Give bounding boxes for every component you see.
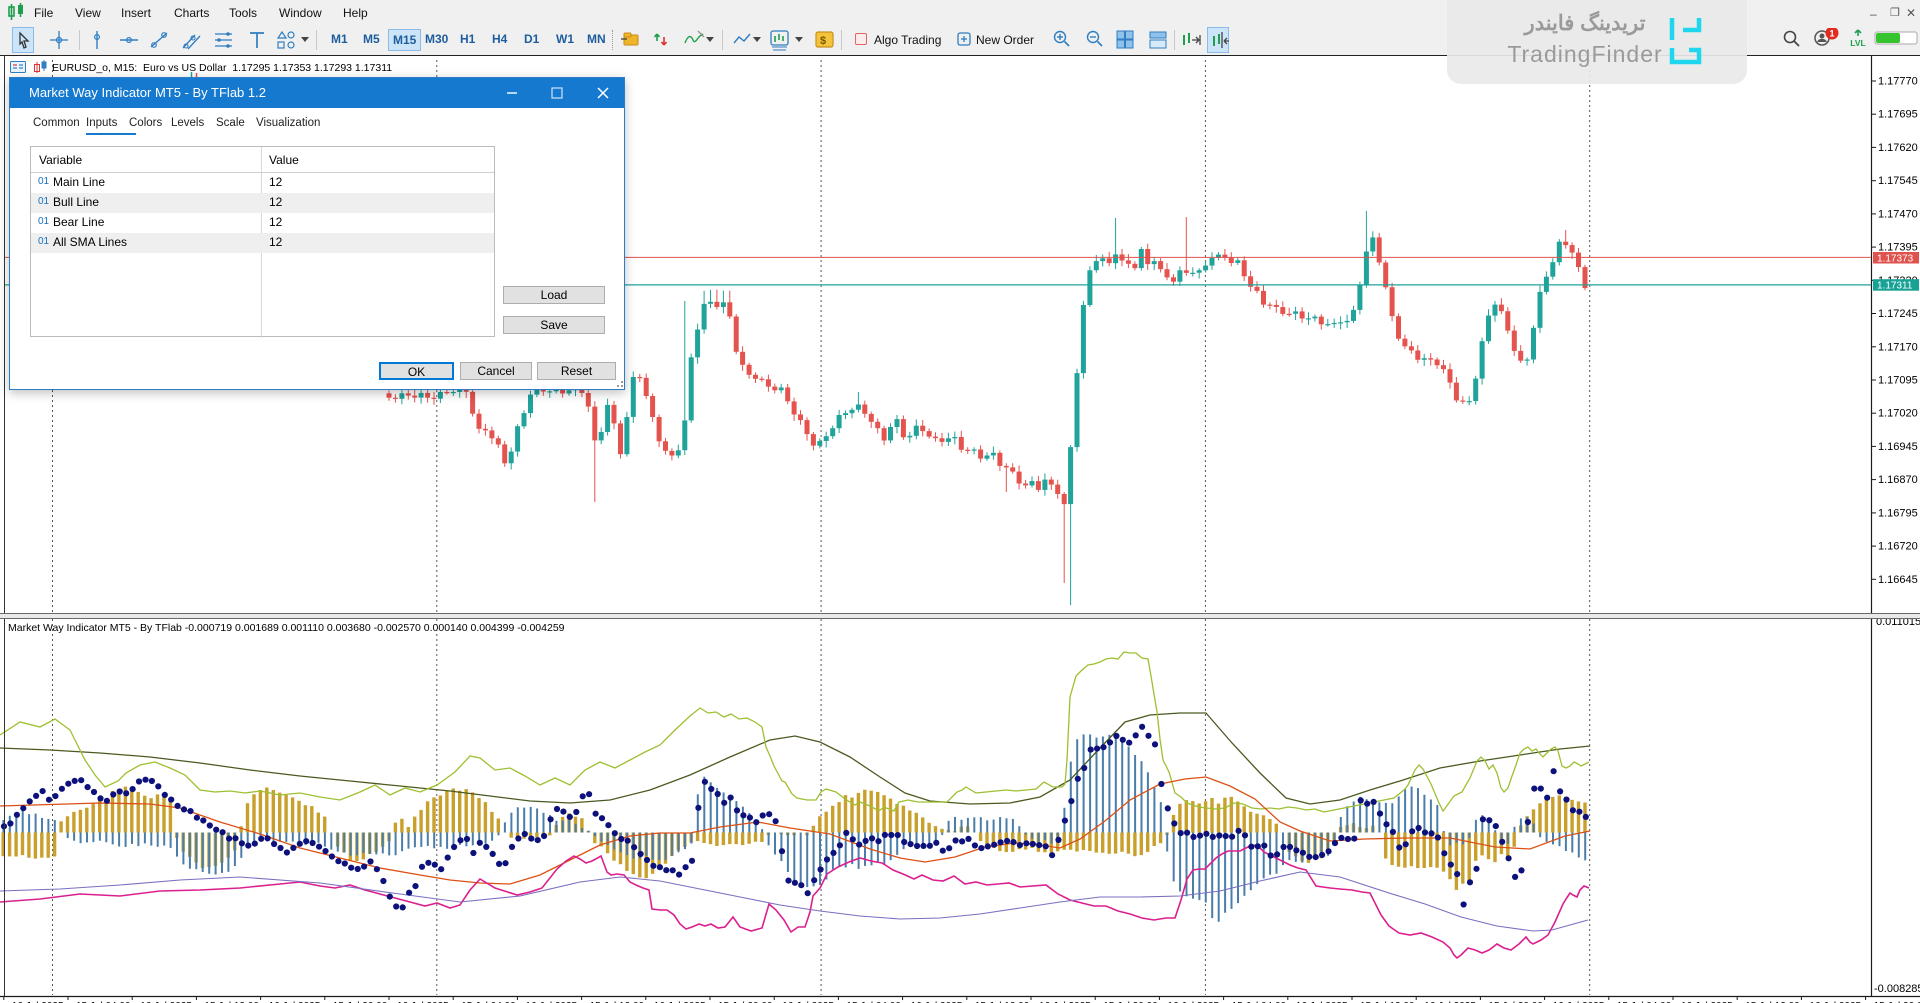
svg-text:1.16945: 1.16945: [1878, 441, 1918, 453]
svg-text:1.17245: 1.17245: [1878, 308, 1918, 320]
svg-text:1.17545: 1.17545: [1878, 175, 1918, 187]
svg-text:1.16870: 1.16870: [1878, 474, 1918, 486]
svg-text:1.16795: 1.16795: [1878, 507, 1918, 519]
svg-text:1.17770: 1.17770: [1878, 76, 1918, 88]
svg-text:1.16645: 1.16645: [1878, 574, 1918, 586]
svg-text:1.17695: 1.17695: [1878, 109, 1918, 121]
svg-text:1.17311: 1.17311: [1877, 281, 1913, 292]
svg-text:1: 1: [1829, 29, 1834, 39]
svg-text:TradingFinder: TradingFinder: [1507, 41, 1662, 67]
svg-text:1.17020: 1.17020: [1878, 408, 1918, 420]
svg-text:-0.008285: -0.008285: [1874, 983, 1920, 995]
svg-text:1.17170: 1.17170: [1878, 341, 1918, 353]
svg-text:1.17373: 1.17373: [1877, 254, 1914, 265]
svg-text:1.17395: 1.17395: [1878, 242, 1918, 254]
svg-text:تریدینگ فایندر: تریدینگ فایندر: [1523, 10, 1646, 36]
svg-text:1.17095: 1.17095: [1878, 375, 1918, 387]
svg-text:1.16720: 1.16720: [1878, 541, 1918, 553]
svg-text:LVL: LVL: [1850, 38, 1865, 48]
svg-text:1.17470: 1.17470: [1878, 208, 1918, 220]
svg-text:1.17620: 1.17620: [1878, 142, 1918, 154]
